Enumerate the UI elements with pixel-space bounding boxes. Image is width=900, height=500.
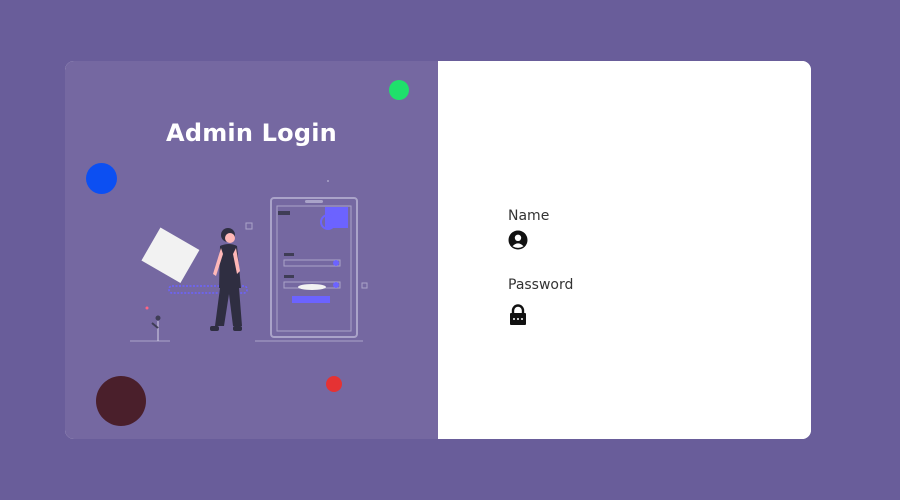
decorative-dot-green (389, 80, 409, 100)
password-label: Password (508, 277, 574, 293)
login-card: Admin Login Name Password (65, 61, 811, 439)
user-circle-icon (508, 230, 528, 250)
login-form-panel: Name Password (438, 61, 811, 439)
decorative-dot-red (326, 376, 342, 392)
name-label: Name (508, 208, 550, 224)
decorative-dot-blue (86, 163, 117, 194)
illustration-panel: Admin Login (65, 61, 438, 439)
page-title: Admin Login (166, 119, 337, 147)
decorative-dot-maroon (96, 376, 146, 426)
lock-icon (510, 304, 526, 325)
login-illustration (130, 180, 368, 342)
